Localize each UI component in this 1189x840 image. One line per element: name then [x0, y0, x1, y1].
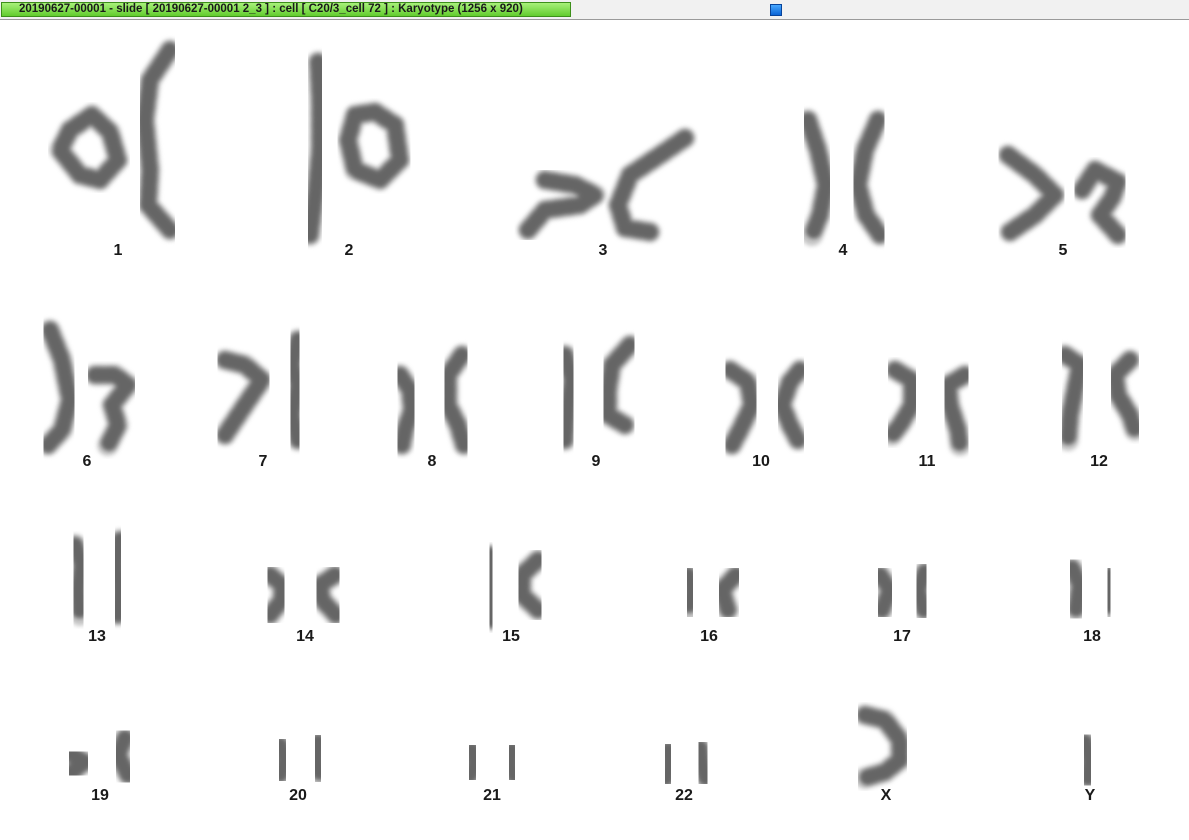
chromosome-Y-1[interactable]: [1077, 734, 1098, 786]
chromosome-15-1[interactable]: [482, 547, 500, 628]
chromosome-label-6: 6: [83, 453, 92, 470]
chromosome-label-16: 16: [700, 628, 718, 645]
chromosome-pair-20[interactable]: [269, 731, 331, 786]
chromosome-label-X: X: [881, 787, 892, 804]
karyogram: 1 2 3 4 56 7 8 9 10 11 1213 14 15 16 17 1819 20 21 22 X Y: [37, 39, 1146, 804]
chromosome-pair-10[interactable]: [719, 359, 811, 456]
chromosome-label-5: 5: [1059, 242, 1068, 259]
chromosome-pair-17[interactable]: [869, 561, 936, 621]
chromosome-label-21: 21: [483, 787, 501, 804]
chromosome-label-9: 9: [592, 453, 601, 470]
chromosome-X-1[interactable]: [857, 707, 908, 786]
chromosome-19-1[interactable]: [64, 747, 93, 780]
chromosome-label-3: 3: [599, 242, 608, 259]
chromosome-pair-1[interactable]: [49, 39, 181, 241]
chromosome-pair-4[interactable]: [797, 109, 891, 246]
chromosome-pair-21[interactable]: [459, 739, 525, 786]
chromosome-22-1[interactable]: [658, 742, 678, 786]
chromosome-pair-9[interactable]: [554, 334, 641, 451]
chromosome-label-14: 14: [296, 628, 314, 645]
chromosome-pair-3[interactable]: [517, 127, 696, 243]
chromosome-5-2[interactable]: [1074, 162, 1126, 243]
chromosome-17-1[interactable]: [872, 567, 898, 618]
chromosome-20-1[interactable]: [272, 737, 293, 783]
chromosome-pair-8[interactable]: [389, 344, 475, 456]
chromosome-label-10: 10: [752, 453, 770, 470]
chromosome-16-1[interactable]: [680, 567, 700, 618]
chromosome-pair-5[interactable]: [997, 144, 1129, 246]
chromosome-13-2[interactable]: [108, 532, 128, 623]
chromosome-label-20: 20: [289, 787, 307, 804]
chromosome-18-2[interactable]: [1100, 567, 1118, 618]
chromosome-3-2[interactable]: [610, 130, 693, 240]
chromosome-19-2[interactable]: [110, 730, 136, 783]
chromosome-pair-7[interactable]: [214, 329, 309, 451]
chromosome-14-2[interactable]: [312, 567, 344, 623]
chromosome-label-13: 13: [88, 628, 106, 645]
chromosome-pair-19[interactable]: [61, 727, 139, 786]
chromosome-20-2[interactable]: [308, 734, 328, 783]
chromosome-13-1[interactable]: [67, 537, 90, 623]
chromosome-pair-12[interactable]: [1054, 344, 1146, 451]
window-title[interactable]: 20190627-00001 - slide [ 20190627-00001 …: [1, 2, 571, 17]
chromosome-pair-Y[interactable]: [1074, 731, 1101, 789]
chromosome-21-2[interactable]: [502, 742, 522, 783]
chromosome-pair-13[interactable]: [64, 529, 131, 626]
chromosome-1-1[interactable]: [52, 107, 126, 188]
chromosome-pair-6[interactable]: [37, 319, 139, 456]
chromosome-pair-X[interactable]: [854, 704, 911, 789]
chromosome-label-19: 19: [91, 787, 109, 804]
chromosome-pair-22[interactable]: [655, 737, 717, 789]
chromosome-label-7: 7: [259, 453, 268, 470]
chromosome-pair-11[interactable]: [881, 359, 976, 456]
chromosome-7-2[interactable]: [284, 332, 306, 448]
chromosome-label-11: 11: [919, 453, 936, 470]
window-titlebar: 20190627-00001 - slide [ 20190627-00001 …: [0, 0, 1189, 20]
chromosome-label-4: 4: [839, 242, 848, 259]
chromosome-21-1[interactable]: [462, 742, 483, 783]
chromosome-pair-2[interactable]: [299, 51, 411, 246]
chromosome-label-18: 18: [1083, 628, 1101, 645]
chromosome-9-1[interactable]: [557, 347, 580, 448]
chromosome-18-1[interactable]: [1064, 560, 1088, 618]
chromosome-label-15: 15: [502, 628, 520, 645]
chromosome-pair-16[interactable]: [677, 564, 747, 621]
scroll-handle[interactable]: [770, 4, 782, 16]
chromosome-label-1: 1: [114, 242, 123, 259]
chromosome-label-Y: Y: [1085, 787, 1096, 804]
chromosome-pair-14[interactable]: [259, 564, 347, 626]
chromosome-label-8: 8: [428, 453, 437, 470]
chromosome-pair-15[interactable]: [479, 544, 549, 631]
chromosome-label-17: 17: [893, 628, 911, 645]
chromosome-5-1[interactable]: [1000, 147, 1063, 240]
chromosome-label-22: 22: [675, 787, 693, 804]
chromosome-17-2[interactable]: [910, 564, 933, 618]
chromosome-22-2[interactable]: [692, 740, 714, 786]
chromosome-label-12: 12: [1090, 453, 1108, 470]
chromosome-pair-18[interactable]: [1061, 557, 1121, 621]
chromosome-label-2: 2: [345, 242, 354, 259]
